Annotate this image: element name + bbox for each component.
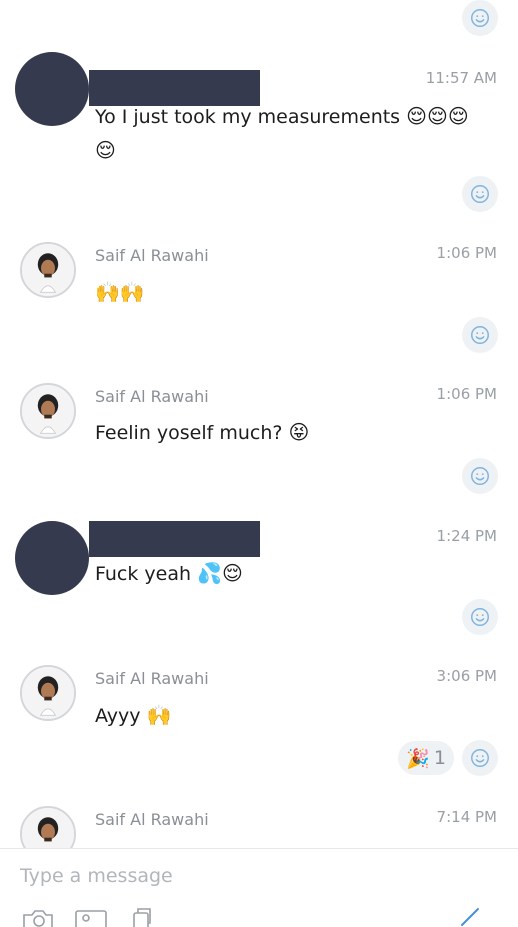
message-time: 7:14 PM: [436, 808, 497, 826]
add-reaction-button[interactable]: [462, 458, 498, 494]
reaction-count: 1: [433, 747, 446, 769]
message-time: 1:06 PM: [436, 244, 497, 262]
camera-icon[interactable]: [20, 907, 56, 927]
message-emoji: 🙌🙌: [95, 280, 145, 304]
avatar[interactable]: [15, 521, 89, 595]
avatar-photo-icon: [22, 667, 74, 719]
avatar[interactable]: [20, 383, 76, 439]
avatar-photo-icon: [22, 808, 74, 848]
add-reaction-button[interactable]: [462, 176, 498, 212]
message-body: Yo I just took my measurements: [95, 106, 401, 128]
message-emoji: 💦😌: [197, 561, 243, 585]
party-popper-icon: 🎉: [406, 747, 430, 770]
redacted-sender-name: [89, 521, 260, 557]
avatar-photo-icon: [22, 244, 74, 296]
message-text: 🙌🙌: [95, 276, 490, 310]
smiley-face-icon: [471, 9, 489, 27]
smiley-face-icon: [471, 608, 489, 626]
sender-name: Saif Al Rawahi: [95, 246, 209, 265]
message-emoji: 🙌: [146, 703, 172, 727]
message-text: Fuck yeah 💦😌: [95, 557, 490, 591]
message-text: Feelin yoself much? 😝: [95, 416, 490, 450]
add-reaction-button[interactable]: [462, 740, 498, 776]
message-text: Ayyy 🙌: [95, 699, 490, 733]
avatar[interactable]: [20, 242, 76, 298]
message-emoji: 😝: [288, 420, 310, 444]
add-reaction-button[interactable]: [462, 599, 498, 635]
message-text: Yo I just took my measurements 😌😌😌 😌: [95, 100, 490, 168]
message-body: Feelin yoself much?: [95, 422, 283, 444]
add-reaction-button[interactable]: [462, 0, 498, 36]
sender-name: Saif Al Rawahi: [95, 669, 209, 688]
gif-icon[interactable]: [130, 907, 160, 927]
message-body: Fuck yeah: [95, 563, 192, 585]
send-icon[interactable]: [458, 907, 484, 927]
message-time: 3:06 PM: [436, 667, 497, 685]
message-time: 1:24 PM: [436, 527, 497, 545]
photo-icon[interactable]: [74, 907, 110, 927]
message-feed[interactable]: 11:57 AM Yo I just took my measurements …: [0, 0, 518, 848]
message-input[interactable]: [20, 865, 450, 887]
sender-name: Saif Al Rawahi: [95, 387, 209, 406]
avatar-photo-icon: [22, 385, 74, 437]
reaction-chip[interactable]: 🎉 1: [398, 741, 454, 775]
message-time: 11:57 AM: [425, 69, 497, 87]
smiley-face-icon: [471, 185, 489, 203]
message-body: Ayyy: [95, 705, 141, 727]
smiley-face-icon: [471, 467, 489, 485]
avatar[interactable]: [20, 806, 76, 848]
smiley-face-icon: [471, 326, 489, 344]
message-time: 1:06 PM: [436, 385, 497, 403]
add-reaction-button[interactable]: [462, 317, 498, 353]
message-composer: [0, 848, 518, 927]
avatar[interactable]: [15, 52, 89, 126]
sender-name: Saif Al Rawahi: [95, 810, 209, 829]
avatar[interactable]: [20, 665, 76, 721]
smiley-face-icon: [471, 749, 489, 767]
